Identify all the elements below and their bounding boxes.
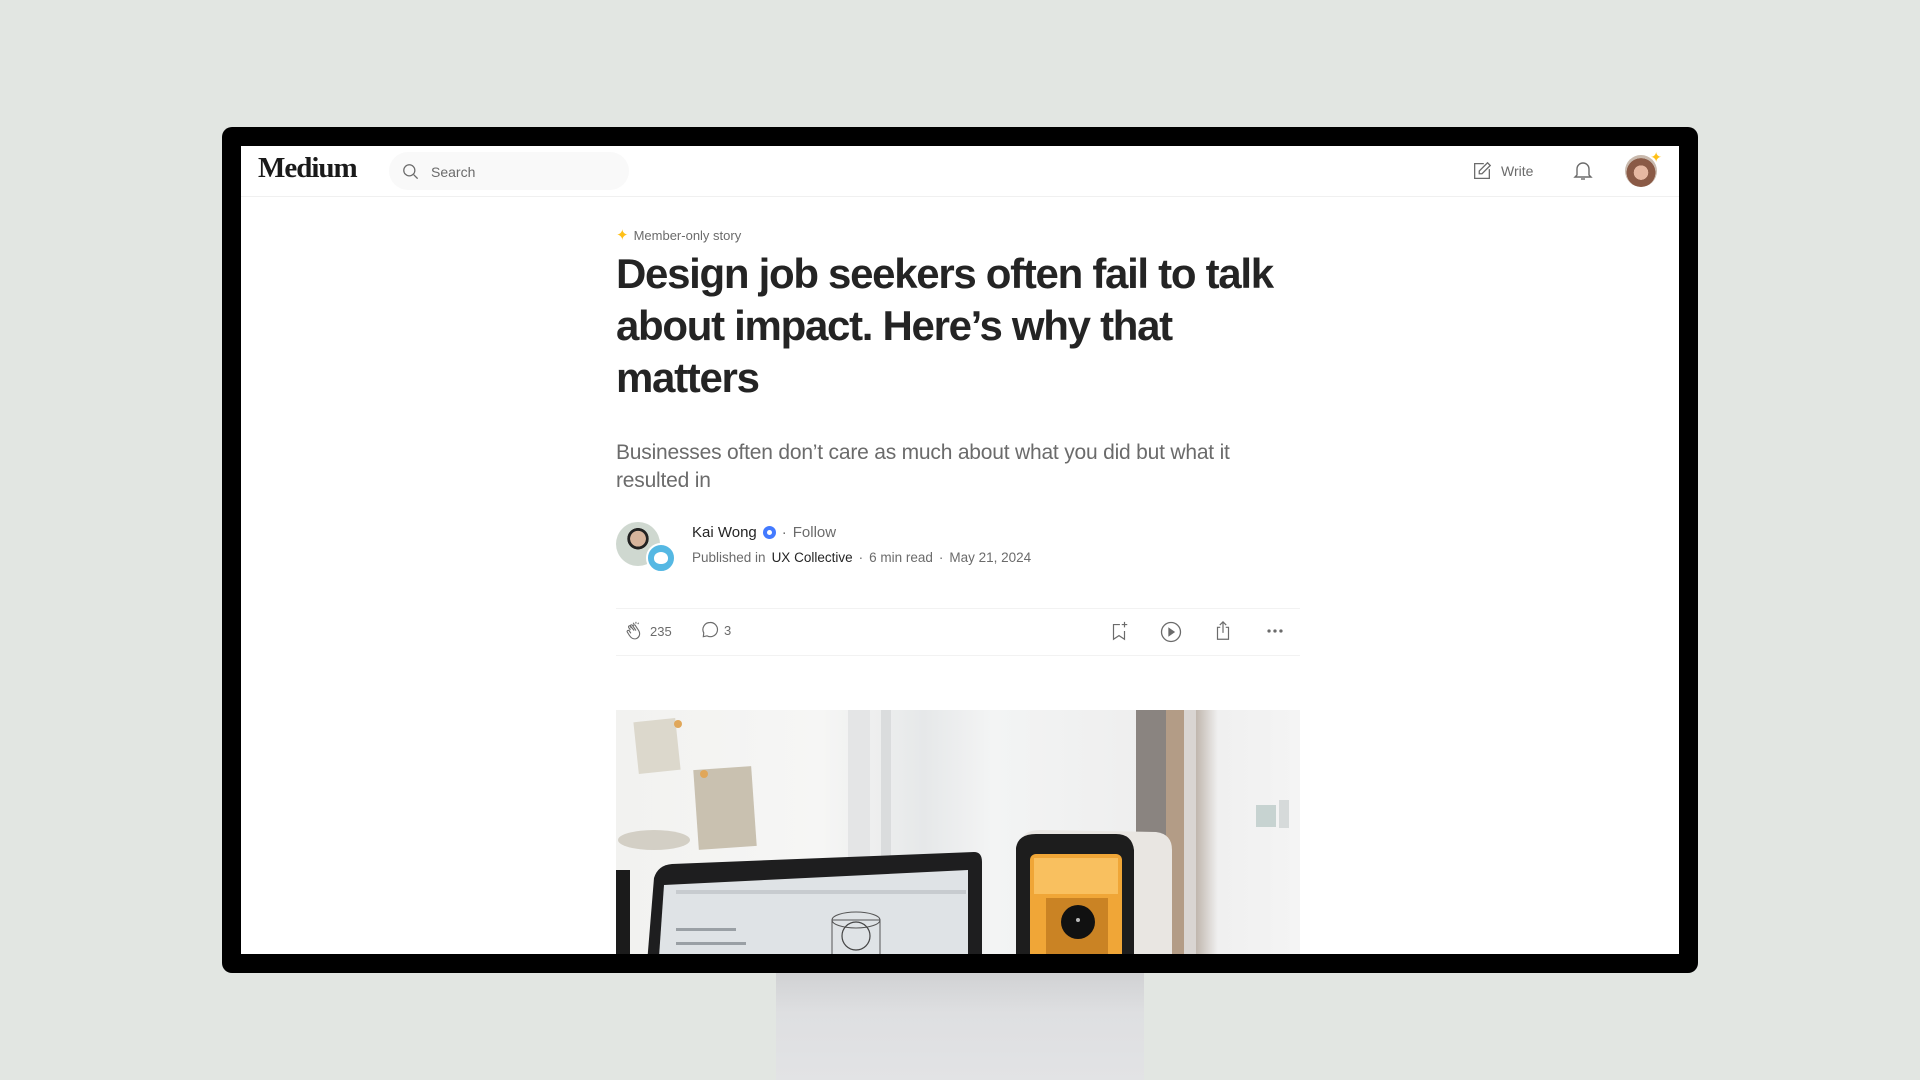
- article-hero-image: [616, 710, 1300, 954]
- member-only-badge: ✦ Member-only story: [616, 226, 741, 244]
- clap-count: 235: [650, 623, 672, 639]
- share-icon: [1216, 620, 1230, 640]
- listen-button[interactable]: [1159, 620, 1183, 644]
- monitor-frame: Medium Write ✦: [222, 127, 1698, 973]
- write-label: Write: [1501, 163, 1534, 179]
- shelf-shape: [618, 830, 690, 850]
- separator-dot: ·: [781, 524, 787, 541]
- browser-screen: Medium Write ✦: [241, 146, 1679, 954]
- author-byline: Kai Wong · Follow Published in UX Collec…: [616, 522, 1300, 573]
- verified-badge-icon: [762, 526, 776, 539]
- comment-count: 3: [724, 622, 732, 638]
- follow-button[interactable]: Follow: [793, 524, 836, 541]
- publication-avatar[interactable]: [646, 543, 676, 573]
- laptop-edge-shape: [616, 870, 630, 954]
- author-name[interactable]: Kai Wong: [692, 524, 757, 541]
- read-time: 6 min read: [869, 550, 933, 565]
- search-bar[interactable]: [389, 152, 629, 192]
- monitor-stand: [776, 968, 1144, 1080]
- publish-date: May 21, 2024: [949, 550, 1032, 565]
- article-title: Design job seekers often fail to talk ab…: [616, 250, 1274, 401]
- note-shape: [633, 717, 681, 775]
- published-prefix: Published in: [692, 550, 766, 565]
- save-button[interactable]: [1108, 620, 1130, 642]
- separator-dot: ·: [938, 550, 944, 565]
- star-icon: ✦: [616, 227, 629, 244]
- article-action-bar: 235 3: [616, 608, 1300, 656]
- notifications-button[interactable]: [1571, 158, 1595, 187]
- clap-icon: [626, 621, 641, 640]
- bookmark-add-icon: [1112, 621, 1128, 641]
- member-star-icon: ✦: [1650, 149, 1662, 165]
- more-icon: [1267, 629, 1283, 633]
- top-navigation-bar: Medium Write ✦: [241, 146, 1679, 197]
- search-input[interactable]: [429, 152, 613, 192]
- comments-button[interactable]: 3: [700, 620, 731, 640]
- separator-dot: ·: [858, 550, 864, 565]
- publication-link[interactable]: UX Collective: [772, 550, 853, 565]
- article-subtitle: Businesses often don’t care as much abou…: [616, 441, 1230, 492]
- bell-icon: [1573, 162, 1593, 180]
- more-options-button[interactable]: [1264, 620, 1286, 642]
- hero-illustration: [616, 710, 1289, 954]
- share-button[interactable]: [1212, 620, 1234, 642]
- comment-icon: [702, 621, 719, 638]
- medium-logo[interactable]: Medium: [258, 152, 358, 185]
- play-icon: [1160, 621, 1182, 643]
- member-only-label: Member-only story: [633, 227, 742, 243]
- search-icon: [403, 164, 419, 180]
- write-button[interactable]: Write: [1471, 158, 1533, 184]
- note-shape: [693, 766, 757, 850]
- clap-button[interactable]: 235: [624, 620, 672, 642]
- write-icon: [1474, 161, 1492, 179]
- user-avatar[interactable]: ✦: [1625, 149, 1662, 187]
- polar-bear-logo-icon: [654, 552, 668, 564]
